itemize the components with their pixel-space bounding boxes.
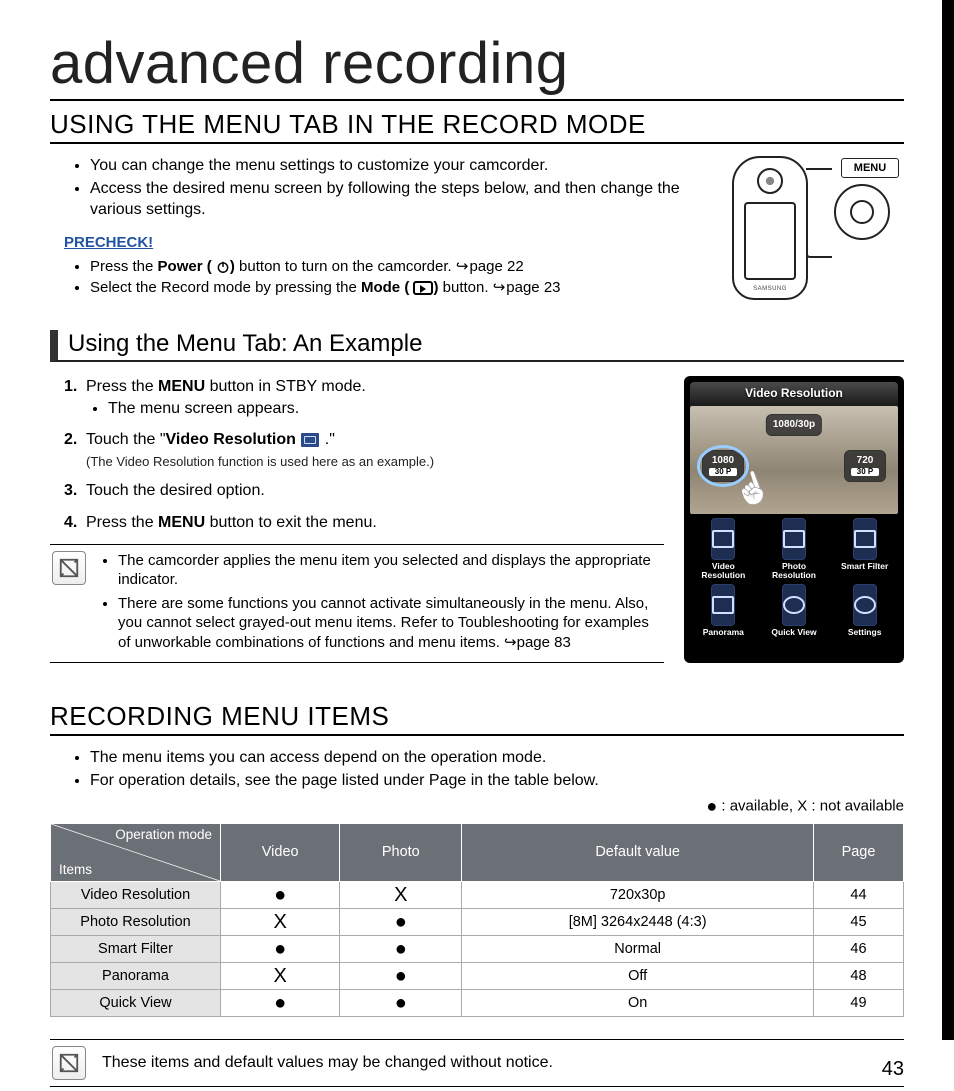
video-cell: ●	[221, 989, 340, 1016]
video-cell: ●	[221, 935, 340, 962]
photo-cell: X	[340, 881, 462, 908]
step-item: Touch the "Video Resolution ." (The Vide…	[64, 429, 664, 470]
default-cell: 720x30p	[462, 881, 814, 908]
table-row: PanoramaX●Off48	[51, 962, 904, 989]
note-bullet: The camcorder applies the menu item you …	[118, 551, 664, 590]
item-name-cell: Quick View	[51, 989, 221, 1016]
section-heading-menu-items: RECORDING MENU ITEMS	[50, 701, 904, 736]
screen-title: Video Resolution	[690, 382, 898, 406]
page-ref: page 22	[456, 258, 524, 275]
footer-note-text: These items and default values may be ch…	[102, 1054, 553, 1072]
subsection-heading-example: Using the Menu Tab: An Example	[50, 330, 904, 362]
photo-cell: ●	[340, 908, 462, 935]
default-cell: On	[462, 989, 814, 1016]
precheck-list: Press the Power ( ) button to turn on th…	[90, 257, 704, 298]
step-sub-bullet: The menu screen appears.	[108, 398, 664, 420]
page-cell: 49	[814, 989, 904, 1016]
menu-button-callout: MENU	[841, 158, 899, 178]
menu-tile-quick-view	[782, 584, 806, 626]
intro-bullet: You can change the menu settings to cust…	[90, 156, 704, 177]
screen-icon	[744, 202, 796, 280]
page-cell: 45	[814, 908, 904, 935]
screen-preview: 1080/30p 108030 P 72030 P ☝	[690, 406, 898, 514]
table-header: Photo	[340, 823, 462, 881]
default-cell: Off	[462, 962, 814, 989]
step-note: (The Video Resolution function is used h…	[86, 453, 664, 471]
precheck-label: PRECHECK!	[64, 234, 704, 251]
note-icon	[52, 1046, 86, 1080]
page-cell: 46	[814, 935, 904, 962]
step-item: Touch the desired option.	[64, 480, 664, 502]
table-header: Page	[814, 823, 904, 881]
table-row: Smart Filter●●Normal46	[51, 935, 904, 962]
section-heading-menu-tab: USING THE MENU TAB IN THE RECORD MODE	[50, 109, 904, 144]
video-cell: X	[221, 962, 340, 989]
page-number: 43	[882, 1058, 904, 1087]
item-name-cell: Photo Resolution	[51, 908, 221, 935]
note-icon	[52, 551, 86, 585]
menu-tile-settings	[853, 584, 877, 626]
table-row: Video Resolution●X720x30p44	[51, 881, 904, 908]
photo-cell: ●	[340, 935, 462, 962]
chapter-title: advanced recording	[50, 30, 904, 101]
nav-wheel-icon	[834, 184, 890, 240]
video-cell: X	[221, 908, 340, 935]
step-item: Press the MENU button in STBY mode. The …	[64, 376, 664, 419]
menu-tile-smart-filter	[853, 518, 877, 560]
table-row: Photo ResolutionX●[8M] 3264x2448 (4:3)45	[51, 908, 904, 935]
photo-cell: ●	[340, 962, 462, 989]
steps-list: Press the MENU button in STBY mode. The …	[64, 376, 664, 534]
section2-bullet: For operation details, see the page list…	[90, 771, 904, 792]
section2-bullet: The menu items you can access depend on …	[90, 748, 904, 769]
section2-bullet-list: The menu items you can access depend on …	[90, 748, 904, 792]
resolution-option: 1080/30p	[766, 414, 822, 436]
table-row: Quick View●●On49	[51, 989, 904, 1016]
menu-tile-photo-resolution	[782, 518, 806, 560]
intro-bullet-list: You can change the menu settings to cust…	[90, 156, 704, 220]
page-edge-marker	[942, 0, 954, 1040]
item-name-cell: Panorama	[51, 962, 221, 989]
camcorder-illustration: SAMSUNG MENU	[724, 156, 904, 306]
play-mode-icon	[413, 281, 433, 295]
table-corner-header: Operation mode Items	[51, 823, 221, 881]
item-name-cell: Video Resolution	[51, 881, 221, 908]
item-name-cell: Smart Filter	[51, 935, 221, 962]
footer-note-box: These items and default values may be ch…	[50, 1039, 904, 1087]
menu-items-table: Operation mode Items Video Photo Default…	[50, 823, 904, 1017]
photo-cell: ●	[340, 989, 462, 1016]
intro-bullet: Access the desired menu screen by follow…	[90, 179, 704, 221]
menu-tile-panorama	[711, 584, 735, 626]
step-item: Press the MENU button to exit the menu.	[64, 512, 664, 534]
precheck-item: Press the Power ( ) button to turn on th…	[90, 257, 704, 277]
table-header: Default value	[462, 823, 814, 881]
page-ref: page 23	[493, 279, 561, 296]
default-cell: Normal	[462, 935, 814, 962]
page-cell: 44	[814, 881, 904, 908]
table-legend: ● : available, X : not available	[50, 796, 904, 817]
resolution-option: 72030 P	[844, 450, 886, 482]
note-bullet: There are some functions you cannot acti…	[118, 594, 664, 653]
screen-mockup: Video Resolution 1080/30p 108030 P 72030…	[684, 376, 904, 663]
precheck-item: Select the Record mode by pressing the M…	[90, 278, 704, 298]
default-cell: [8M] 3264x2448 (4:3)	[462, 908, 814, 935]
video-cell: ●	[221, 881, 340, 908]
menu-tile-video-resolution	[711, 518, 735, 560]
page-cell: 48	[814, 962, 904, 989]
lens-icon	[757, 168, 783, 194]
table-header: Video	[221, 823, 340, 881]
power-icon	[216, 258, 230, 275]
video-resolution-icon	[300, 432, 320, 448]
note-box: The camcorder applies the menu item you …	[50, 544, 664, 664]
